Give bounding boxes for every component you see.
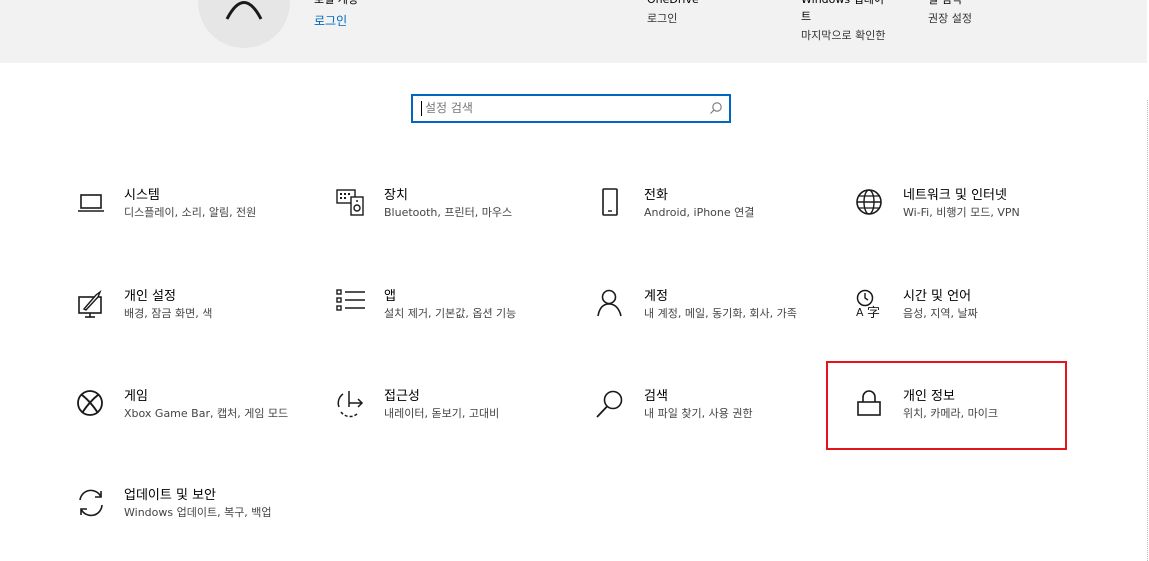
tile-title: 시간 및 언어 — [903, 289, 972, 304]
phone-icon — [602, 188, 618, 216]
windows-update-subtitle: 마지막으로 확인한 — [801, 29, 886, 42]
search-icon[interactable] — [709, 101, 723, 115]
tile-phone[interactable]: 전화 Android, iPhone 연결 — [596, 188, 836, 260]
tile-subtitle: 디스플레이, 소리, 알림, 전원 — [124, 206, 257, 219]
tile-title: 검색 — [644, 389, 668, 404]
laptop-icon — [78, 194, 104, 212]
tile-network[interactable]: 네트워크 및 인터넷 Wi-Fi, 비행기 모드, VPN — [855, 188, 1095, 260]
tile-personalization[interactable]: 개인 설정 배경, 잠금 화면, 색 — [76, 289, 316, 361]
user-avatar-icon — [225, 1, 263, 20]
tile-update-security[interactable]: 업데이트 및 보안 Windows 업데이트, 복구, 백업 — [76, 488, 316, 560]
keyboard-speaker-icon — [336, 189, 364, 216]
tile-gaming[interactable]: 게임 Xbox Game Bar, 캡처, 게임 모드 — [76, 389, 316, 461]
account-banner: 로컬 계정 로그인 OneDrive 로그인 Windows 업데이 트 마지막… — [0, 0, 1147, 63]
settings-search-box[interactable]: 설정 검색 — [411, 94, 731, 123]
sign-in-link[interactable]: 로그인 — [314, 13, 347, 29]
tile-title: 시스템 — [124, 188, 160, 203]
rewards-title[interactable]: 필 점역 — [928, 0, 962, 8]
highlight-box — [826, 361, 1067, 450]
scrollbar-track — [1147, 100, 1148, 561]
text-caret — [421, 101, 422, 116]
tile-subtitle: 내레이터, 돋보기, 고대비 — [384, 407, 500, 420]
windows-update-title-line1[interactable]: Windows 업데이 — [801, 0, 884, 8]
onedrive-subtitle: 로그인 — [647, 12, 678, 25]
tile-subtitle: 음성, 지역, 날짜 — [903, 307, 978, 320]
tile-subtitle: 배경, 잠금 화면, 색 — [124, 307, 213, 320]
tile-subtitle: 내 파일 찾기, 사용 권한 — [644, 407, 753, 420]
tile-title: 앱 — [384, 289, 396, 304]
svg-text:字: 字 — [867, 306, 880, 319]
tile-subtitle: Windows 업데이트, 복구, 백업 — [124, 506, 272, 519]
tile-title: 장치 — [384, 188, 408, 203]
rewards-subtitle: 권장 설정 — [928, 12, 972, 25]
tile-accessibility[interactable]: 접근성 내레이터, 돋보기, 고대비 — [336, 389, 576, 461]
xbox-icon — [77, 390, 103, 416]
person-icon — [597, 289, 622, 317]
paint-icon — [78, 289, 102, 318]
time-language-icon: A 字 — [856, 289, 880, 319]
tile-title: 네트워크 및 인터넷 — [903, 188, 1007, 203]
avatar[interactable] — [198, 0, 290, 48]
tile-title: 업데이트 및 보안 — [124, 488, 216, 503]
svg-text:A: A — [856, 306, 864, 319]
tile-subtitle: 내 계정, 메일, 동기화, 회사, 가족 — [644, 307, 797, 320]
tile-title: 계정 — [644, 289, 668, 304]
tile-system[interactable]: 시스템 디스플레이, 소리, 알림, 전원 — [76, 188, 316, 260]
tile-search[interactable]: 검색 내 파일 찾기, 사용 권한 — [596, 389, 836, 461]
tile-subtitle: Wi-Fi, 비행기 모드, VPN — [903, 206, 1020, 219]
globe-icon — [856, 189, 882, 215]
account-title: 로컬 계정 — [314, 0, 358, 8]
windows-update-title-line2: 트 — [801, 10, 812, 23]
tile-title: 전화 — [644, 188, 668, 203]
tile-accounts[interactable]: 계정 내 계정, 메일, 동기화, 회사, 가족 — [596, 289, 836, 361]
tile-apps[interactable]: 앱 설치 제거, 기본값, 옵션 기능 — [336, 289, 576, 361]
tile-title: 접근성 — [384, 389, 420, 404]
search-placeholder: 설정 검색 — [425, 101, 473, 115]
tile-subtitle: 설치 제거, 기본값, 옵션 기능 — [384, 307, 517, 320]
apps-list-icon — [336, 289, 365, 311]
tile-subtitle: Android, iPhone 연결 — [644, 206, 755, 219]
tile-title: 개인 설정 — [124, 289, 176, 304]
tile-devices[interactable]: 장치 Bluetooth, 프린터, 마우스 — [336, 188, 576, 260]
tile-time-language[interactable]: A 字 시간 및 언어 음성, 지역, 날짜 — [855, 289, 1095, 361]
onedrive-title[interactable]: OneDrive — [647, 0, 699, 8]
tile-title: 게임 — [124, 389, 148, 404]
search-icon — [596, 390, 623, 418]
sync-icon — [79, 489, 103, 517]
tile-subtitle: Xbox Game Bar, 캡처, 게임 모드 — [124, 407, 289, 420]
tile-subtitle: Bluetooth, 프린터, 마우스 — [384, 206, 513, 219]
accessibility-icon — [337, 391, 364, 418]
